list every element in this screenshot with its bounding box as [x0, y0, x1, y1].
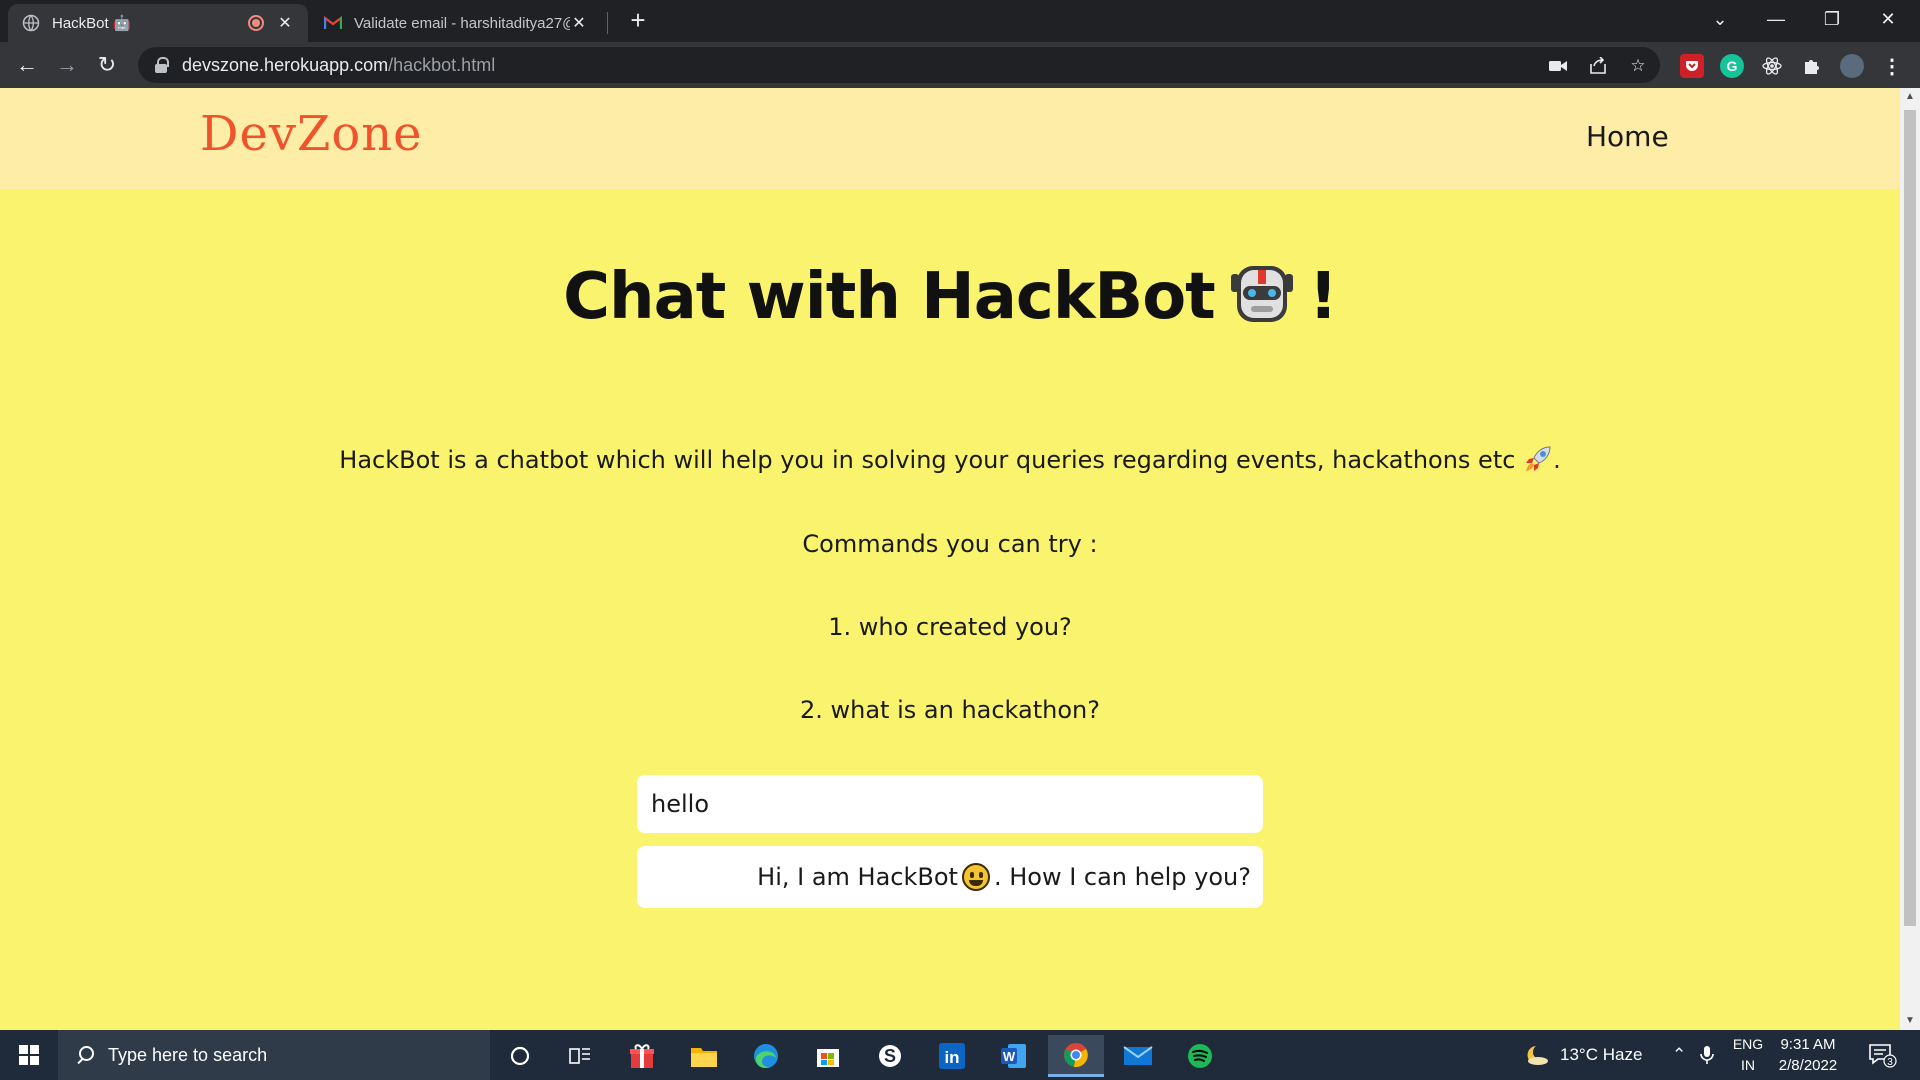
windows-logo-icon — [19, 1045, 39, 1065]
search-icon — [76, 1046, 94, 1064]
linkedin-icon[interactable]: in — [924, 1035, 980, 1077]
menu-kebab-icon[interactable]: ⋮ — [1880, 54, 1904, 78]
pocket-extension-icon[interactable] — [1680, 54, 1704, 78]
bot-reply-text: Hi, I am HackBot — [757, 863, 958, 891]
chrome-icon[interactable] — [1048, 1035, 1104, 1077]
forward-arrow-icon[interactable]: → — [52, 50, 82, 80]
description-suffix: . — [1553, 446, 1561, 474]
svg-text:in: in — [944, 1048, 959, 1067]
scroll-down-arrow-icon[interactable]: ▼ — [1900, 1012, 1920, 1030]
page-title-text: Chat with HackBot — [563, 260, 1216, 334]
task-view-icon[interactable] — [552, 1035, 608, 1077]
grammarly-extension-icon[interactable]: G — [1720, 54, 1744, 78]
commands-heading: Commands you can try : — [802, 530, 1098, 558]
weather-widget[interactable]: 13°C Haze — [1524, 1030, 1642, 1080]
grinning-face-icon — [961, 863, 990, 891]
tab-hackbot[interactable]: HackBot 🤖 ✕ — [8, 4, 308, 42]
webpage: DevZone Home Chat with HackBot ! HackBot… — [0, 88, 1900, 1030]
address-bar[interactable]: devszone.herokuapp.com/hackbot.html ☆ — [138, 47, 1660, 83]
lock-icon — [154, 57, 169, 73]
moon-cloud-icon — [1527, 1046, 1548, 1065]
description-text: HackBot is a chatbot which will help you… — [339, 446, 1516, 474]
profile-avatar[interactable] — [1840, 54, 1864, 78]
skype-icon[interactable]: S — [862, 1035, 918, 1077]
scrollbar-thumb[interactable] — [1904, 110, 1916, 926]
chat-message-input[interactable] — [637, 775, 1263, 833]
microsoft-store-icon[interactable] — [800, 1035, 856, 1077]
tab-title: Validate email - harshitaditya27@ — [354, 14, 570, 32]
restore-button[interactable]: ❐ — [1804, 0, 1860, 38]
share-icon[interactable] — [1588, 56, 1608, 76]
reload-icon[interactable]: ↻ — [92, 50, 122, 80]
command-item: 2. what is an hackathon? — [799, 696, 1100, 724]
react-devtools-icon[interactable] — [1760, 54, 1784, 78]
start-button[interactable] — [0, 1030, 58, 1080]
browser-toolbar: ← → ↻ devszone.herokuapp.com/hackbot.htm… — [0, 42, 1920, 88]
page-title-suffix: ! — [1308, 260, 1338, 334]
page-description: HackBot is a chatbot which will help you… — [0, 444, 1900, 474]
microphone-icon[interactable] — [1700, 1030, 1714, 1080]
page-title: Chat with HackBot ! — [0, 260, 1900, 334]
tab-gmail[interactable]: Validate email - harshitaditya27@ ✕ — [310, 4, 602, 42]
notification-count: 3 — [1887, 1057, 1893, 1068]
site-navbar: DevZone Home — [0, 88, 1900, 189]
close-tab-icon[interactable]: ✕ — [276, 13, 294, 33]
gmail-icon — [324, 14, 342, 32]
rocket-icon — [1523, 444, 1553, 474]
file-explorer-icon[interactable] — [676, 1035, 732, 1077]
bot-reply-bubble: Hi, I am HackBot . How I can help you? — [637, 846, 1263, 908]
svg-text:W: W — [1003, 1049, 1016, 1064]
show-hidden-icons-chevron-icon[interactable]: ⌃ — [1672, 1030, 1686, 1080]
close-tab-icon[interactable]: ✕ — [570, 13, 588, 33]
taskbar-search-placeholder: Type here to search — [108, 1044, 268, 1065]
taskbar-search[interactable]: Type here to search — [58, 1030, 490, 1080]
notification-center-icon[interactable]: 3 — [1868, 1030, 1898, 1080]
mail-icon[interactable] — [1110, 1035, 1166, 1077]
gift-icon[interactable] — [614, 1035, 670, 1077]
language-region: IN — [1741, 1057, 1755, 1073]
weather-text: 13°C Haze — [1560, 1045, 1643, 1064]
edge-icon[interactable] — [738, 1035, 794, 1077]
svg-text:S: S — [884, 1046, 896, 1066]
minimize-button[interactable]: — — [1748, 0, 1804, 38]
close-window-button[interactable]: ✕ — [1860, 0, 1916, 38]
clock-time: 9:31 AM — [1780, 1036, 1836, 1053]
site-logo[interactable]: DevZone — [200, 106, 423, 162]
camera-icon[interactable] — [1548, 56, 1568, 76]
extensions-puzzle-icon[interactable] — [1800, 54, 1824, 78]
spotify-icon[interactable] — [1172, 1035, 1228, 1077]
robot-icon — [1229, 260, 1295, 326]
clock-date: 2/8/2022 — [1778, 1057, 1838, 1074]
language-indicator[interactable]: ENG IN — [1728, 1034, 1768, 1076]
new-tab-button[interactable]: + — [624, 6, 652, 34]
tab-title: HackBot 🤖 — [52, 15, 132, 32]
bot-reply-text-end: . How I can help you? — [993, 863, 1251, 891]
command-item: 1. who created you? — [828, 613, 1072, 641]
recording-icon — [248, 15, 264, 31]
tab-search-icon[interactable]: ⌄ — [1692, 0, 1748, 38]
globe-icon — [22, 14, 40, 32]
tab-divider — [607, 12, 608, 34]
cortana-icon[interactable] — [492, 1035, 548, 1077]
scroll-up-arrow-icon[interactable]: ▲ — [1900, 88, 1920, 106]
browser-tabstrip: HackBot 🤖 ✕ Validate email - harshitadit… — [0, 0, 1920, 42]
back-arrow-icon[interactable]: ← — [12, 50, 42, 80]
page-scrollbar[interactable]: ▲ ▼ — [1900, 88, 1920, 1030]
word-icon[interactable]: W — [986, 1035, 1042, 1077]
url-path: /hackbot.html — [388, 54, 496, 75]
taskbar-clock[interactable]: 9:31 AM 2/8/2022 — [1772, 1034, 1844, 1076]
url-host: devszone.herokuapp.com — [182, 54, 389, 75]
bookmark-star-icon[interactable]: ☆ — [1628, 56, 1648, 76]
language-code: ENG — [1732, 1036, 1764, 1052]
windows-taskbar: Type here to search S in W 13°C Haze ⌃ E… — [0, 1030, 1920, 1080]
nav-home-link[interactable]: Home — [1586, 120, 1669, 153]
